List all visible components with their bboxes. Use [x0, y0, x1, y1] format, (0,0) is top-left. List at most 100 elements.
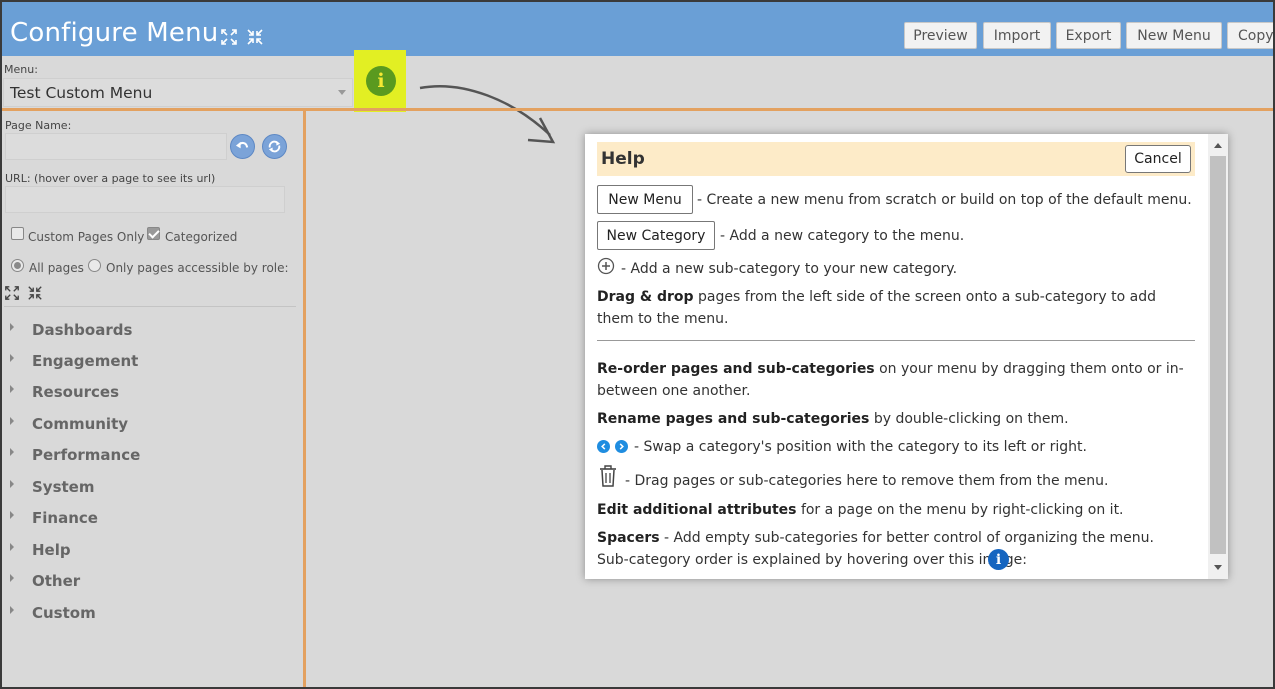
- category-system[interactable]: System: [10, 476, 94, 498]
- caret-right-icon: [10, 574, 14, 582]
- category-community[interactable]: Community: [10, 413, 128, 435]
- copy-button[interactable]: Copy: [1227, 22, 1275, 49]
- category-label: Other: [32, 572, 81, 590]
- all-pages-radio[interactable]: [11, 259, 24, 272]
- page-title: Configure Menu: [10, 18, 219, 48]
- help-new-menu-sample: New Menu: [597, 185, 693, 214]
- category-label: System: [32, 478, 95, 496]
- category-label: Custom: [32, 604, 96, 622]
- help-spacers-rest: - Add empty sub-categories for better co…: [597, 530, 1154, 568]
- category-label: Performance: [32, 446, 141, 464]
- help-edit-bold: Edit additional attributes: [597, 502, 797, 518]
- plus-circle-icon: [597, 257, 615, 275]
- category-label: Dashboards: [32, 321, 133, 339]
- help-rename-rest: by double-clicking on them.: [873, 411, 1069, 427]
- collapse-all-icon[interactable]: [27, 285, 43, 301]
- help-edit-rest: for a page on the menu by right-clicking…: [800, 502, 1124, 518]
- categorized-checkbox[interactable]: [147, 227, 160, 240]
- help-spacers-bold: Spacers: [597, 530, 660, 546]
- role-pages-label: Only pages accessible by role:: [106, 261, 289, 275]
- refresh-button[interactable]: [262, 134, 287, 159]
- help-subcat-desc: - Add a new sub-category to your new cat…: [621, 261, 958, 277]
- all-pages-label: All pages: [29, 261, 84, 275]
- scroll-up-icon[interactable]: [1214, 143, 1222, 148]
- help-swap-desc: - Swap a category's position with the ca…: [634, 439, 1087, 455]
- menu-label: Menu:: [4, 63, 38, 76]
- import-button[interactable]: Import: [983, 22, 1051, 49]
- undo-button[interactable]: [230, 134, 255, 159]
- scroll-thumb[interactable]: [1210, 156, 1226, 554]
- help-dialog: Help Cancel New Menu - Create a new menu…: [585, 134, 1228, 579]
- divider-horizontal: [0, 108, 1275, 111]
- caret-right-icon: [10, 448, 14, 456]
- menu-select[interactable]: Test Custom Menu: [3, 78, 353, 107]
- expand-all-icon[interactable]: [4, 285, 20, 301]
- caret-right-icon: [10, 323, 14, 331]
- help-drag-bold: Drag & drop: [597, 289, 694, 305]
- category-help[interactable]: Help: [10, 539, 71, 561]
- page-name-label: Page Name:: [5, 119, 72, 132]
- info-icon[interactable]: i: [366, 66, 396, 96]
- url-field[interactable]: [5, 186, 285, 213]
- category-finance[interactable]: Finance: [10, 507, 98, 529]
- caret-right-icon: [10, 511, 14, 519]
- help-title: Help: [601, 149, 645, 169]
- export-button[interactable]: Export: [1056, 22, 1121, 49]
- help-spacers: Spacers - Add empty sub-categories for b…: [597, 527, 1187, 571]
- trash-icon: [600, 465, 616, 487]
- category-label: Help: [32, 541, 71, 559]
- scrollbar[interactable]: [1208, 134, 1228, 579]
- chevron-right-icon: [615, 440, 628, 453]
- category-custom[interactable]: Custom: [10, 602, 96, 624]
- collapse-icon[interactable]: [246, 28, 264, 46]
- help-reorder: Re-order pages and sub-categories on you…: [597, 358, 1187, 402]
- help-dialog-header: Help Cancel: [597, 142, 1195, 176]
- arrow-annotation: [419, 84, 556, 144]
- chevron-left-icon: [597, 440, 610, 453]
- category-label: Resources: [32, 383, 120, 401]
- help-drag-drop: Drag & drop pages from the left side of …: [597, 286, 1187, 330]
- help-new-category-desc: - Add a new category to the menu.: [720, 228, 965, 244]
- custom-pages-label: Custom Pages Only: [28, 230, 145, 244]
- category-performance[interactable]: Performance: [10, 444, 140, 466]
- info-icon[interactable]: i: [988, 549, 1009, 570]
- chevron-down-icon: [338, 90, 346, 95]
- help-rename-bold: Rename pages and sub-categories: [597, 411, 870, 427]
- help-divider: [597, 340, 1195, 341]
- category-dashboards[interactable]: Dashboards: [10, 319, 132, 341]
- preview-button[interactable]: Preview: [904, 22, 977, 49]
- divider-vertical: [303, 111, 306, 687]
- category-label: Finance: [32, 509, 98, 527]
- caret-right-icon: [10, 606, 14, 614]
- caret-right-icon: [10, 543, 14, 551]
- sidebar-divider: [4, 306, 296, 307]
- help-reorder-bold: Re-order pages and sub-categories: [597, 361, 875, 377]
- caret-right-icon: [10, 385, 14, 393]
- refresh-icon: [268, 140, 281, 153]
- caret-right-icon: [10, 354, 14, 362]
- caret-right-icon: [10, 417, 14, 425]
- help-rename: Rename pages and sub-categories by doubl…: [597, 408, 1187, 430]
- category-engagement[interactable]: Engagement: [10, 350, 138, 372]
- undo-icon: [235, 141, 249, 149]
- new-menu-button[interactable]: New Menu: [1126, 22, 1222, 49]
- categorized-label: Categorized: [165, 230, 238, 244]
- help-new-category-sample: New Category: [597, 221, 715, 250]
- category-resources[interactable]: Resources: [10, 381, 119, 403]
- scroll-down-icon[interactable]: [1214, 565, 1222, 570]
- page-name-field[interactable]: [5, 133, 227, 160]
- header-bar: Configure Menu Preview Import Export New…: [2, 2, 1275, 56]
- url-label: URL: (hover over a page to see its url): [5, 172, 216, 185]
- category-label: Community: [32, 415, 129, 433]
- custom-pages-checkbox[interactable]: [11, 227, 24, 240]
- expand-icon[interactable]: [220, 28, 238, 46]
- category-other[interactable]: Other: [10, 570, 80, 592]
- caret-right-icon: [10, 480, 14, 488]
- role-pages-radio[interactable]: [88, 259, 101, 272]
- help-new-menu-desc: - Create a new menu from scratch or buil…: [697, 192, 1192, 208]
- help-edit: Edit additional attributes for a page on…: [597, 499, 1187, 521]
- cancel-button[interactable]: Cancel: [1125, 145, 1191, 173]
- help-trash-desc: - Drag pages or sub-categories here to r…: [625, 473, 1109, 489]
- category-label: Engagement: [32, 352, 139, 370]
- menu-select-value: Test Custom Menu: [10, 84, 153, 102]
